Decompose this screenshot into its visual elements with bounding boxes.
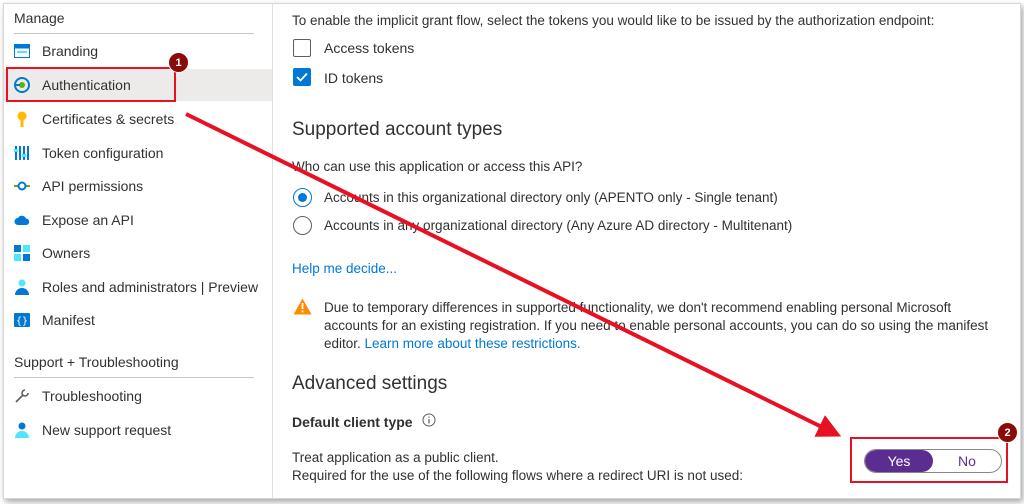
who-can-use-text: Who can use this application or access t…: [292, 159, 583, 174]
roles-icon: [14, 279, 30, 295]
person-icon: [14, 422, 30, 438]
wrench-icon: [14, 388, 30, 404]
token-icon: [14, 145, 30, 161]
default-client-type-label: Default client type: [292, 414, 413, 430]
manage-heading: Manage: [14, 10, 65, 26]
warning-icon: [293, 298, 312, 320]
multi-tenant-radio[interactable]: [293, 216, 312, 235]
single-tenant-label: Accounts in this organizational director…: [324, 190, 778, 205]
treat-public-client-text: Treat application as a public client.: [292, 450, 499, 465]
step-2-badge: 2: [997, 422, 1018, 443]
sidebar-item-label: API permissions: [42, 178, 144, 194]
sidebar-item-label: Owners: [42, 245, 91, 261]
svg-text:{}: {}: [16, 316, 28, 327]
sidebar-item-label: Manifest: [42, 312, 95, 328]
sidebar-item-label: Troubleshooting: [42, 388, 142, 404]
key-icon: [14, 111, 30, 127]
sidebar-item-label: Token configuration: [42, 145, 164, 161]
access-tokens-checkbox[interactable]: [293, 39, 311, 57]
sidebar-item-label: Certificates & secrets: [42, 111, 175, 127]
app-window: Manage Branding Authentication Certifica…: [3, 3, 1021, 499]
branding-icon: [14, 43, 30, 59]
sidebar-item-owners[interactable]: Owners: [4, 237, 272, 269]
sidebar-item-expose-api[interactable]: Expose an API: [4, 204, 272, 236]
implicit-grant-text: To enable the implicit grant flow, selec…: [292, 13, 935, 28]
sidebar-item-roles[interactable]: Roles and administrators | Preview: [4, 271, 272, 303]
access-tokens-label: Access tokens: [324, 40, 415, 56]
cloud-icon: [14, 212, 30, 228]
warning-line-2: accounts for an existing registration. I…: [324, 318, 989, 333]
sidebar-item-new-support-request[interactable]: New support request: [4, 414, 272, 446]
owners-icon: [14, 245, 30, 261]
sidebar-item-label: New support request: [42, 422, 172, 438]
warning-line-1: Due to temporary differences in supporte…: [324, 300, 952, 315]
sidebar-item-manifest[interactable]: {} Manifest: [4, 304, 272, 336]
learn-more-link[interactable]: Learn more about these restrictions.: [365, 336, 581, 351]
single-tenant-radio[interactable]: [293, 188, 312, 207]
support-heading: Support + Troubleshooting: [14, 354, 179, 370]
manifest-icon: {}: [14, 312, 30, 328]
info-icon[interactable]: [422, 413, 436, 432]
sidebar-item-label: Branding: [42, 43, 99, 59]
warning-line-3-text: editor.: [324, 336, 365, 351]
help-me-decide-link[interactable]: Help me decide...: [292, 261, 397, 276]
toggle-highlight-box: [850, 437, 1008, 483]
main-content: To enable the implicit grant flow, selec…: [292, 4, 1012, 498]
required-flows-text: Required for the use of the following fl…: [292, 468, 743, 483]
sidebar-item-label: Expose an API: [42, 212, 134, 228]
advanced-settings-heading: Advanced settings: [292, 373, 448, 394]
sidebar-item-token-configuration[interactable]: Token configuration: [4, 137, 272, 169]
support-divider: [14, 377, 254, 378]
manage-divider: [14, 33, 254, 34]
sidebar-item-troubleshooting[interactable]: Troubleshooting: [4, 380, 272, 412]
multi-tenant-label: Accounts in any organizational directory…: [324, 218, 793, 233]
sidebar-item-api-permissions[interactable]: API permissions: [4, 170, 272, 202]
authentication-highlight-box: [6, 67, 176, 102]
id-tokens-label: ID tokens: [324, 70, 384, 86]
api-permissions-icon: [14, 178, 30, 194]
step-1-badge: 1: [168, 52, 189, 73]
supported-account-types-heading: Supported account types: [292, 119, 503, 140]
sidebar-item-certificates[interactable]: Certificates & secrets: [4, 103, 272, 135]
sidebar-item-branding[interactable]: Branding: [4, 35, 272, 67]
id-tokens-checkbox[interactable]: [293, 68, 311, 86]
warning-line-3: editor. Learn more about these restricti…: [324, 336, 581, 351]
checkmark-icon: [296, 72, 308, 82]
sidebar-item-label: Roles and administrators | Preview: [42, 279, 259, 295]
